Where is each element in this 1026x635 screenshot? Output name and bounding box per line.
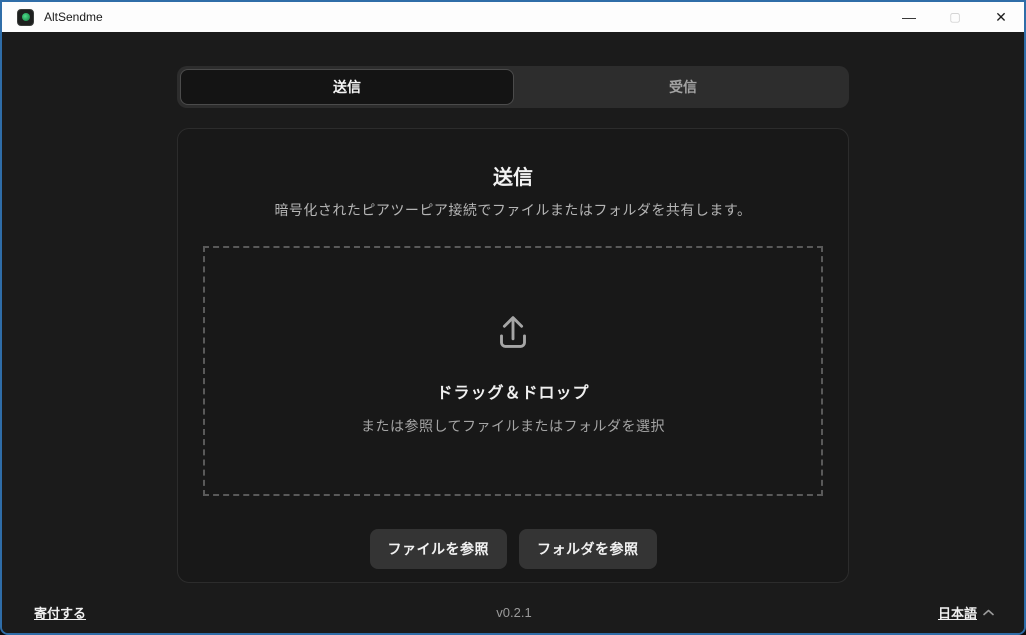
donate-link[interactable]: 寄付する <box>34 603 86 622</box>
browse-files-button[interactable]: ファイルを参照 <box>370 529 508 569</box>
dropzone-title: ドラッグ＆ドロップ <box>436 379 589 403</box>
app-title: AltSendme <box>44 10 103 24</box>
maximize-button[interactable]: ▢ <box>932 2 978 32</box>
panel-title: 送信 <box>178 161 848 190</box>
minimize-button[interactable]: — <box>886 2 932 32</box>
tab-send[interactable]: 送信 <box>180 69 514 105</box>
language-label: 日本語 <box>938 603 977 622</box>
browse-button-row: ファイルを参照 フォルダを参照 <box>178 529 848 569</box>
upload-icon <box>490 310 536 361</box>
main-content: 送信 受信 送信 暗号化されたピアツーピア接続でファイルまたはフォルダを共有しま… <box>2 32 1024 633</box>
tab-receive[interactable]: 受信 <box>517 66 849 108</box>
app-icon <box>17 9 34 26</box>
version-label: v0.2.1 <box>34 605 994 620</box>
send-panel: 送信 暗号化されたピアツーピア接続でファイルまたはフォルダを共有します。 ドラッ… <box>177 128 849 583</box>
app-icon-green-dot <box>22 13 30 21</box>
chevron-up-icon <box>983 609 994 616</box>
footer: 寄付する v0.2.1 日本語 <box>34 603 994 622</box>
language-selector[interactable]: 日本語 <box>938 603 994 622</box>
dropzone-subtitle: または参照してファイルまたはフォルダを選択 <box>361 416 665 436</box>
browse-folder-button[interactable]: フォルダを参照 <box>519 529 657 569</box>
tab-switcher: 送信 受信 <box>177 66 849 108</box>
panel-subtitle: 暗号化されたピアツーピア接続でファイルまたはフォルダを共有します。 <box>178 200 848 220</box>
app-window: AltSendme — ▢ ✕ 送信 受信 送信 暗号化されたピアツーピア接続で… <box>0 0 1026 635</box>
drag-drop-zone[interactable]: ドラッグ＆ドロップ または参照してファイルまたはフォルダを選択 <box>203 246 823 496</box>
close-button[interactable]: ✕ <box>978 2 1024 32</box>
titlebar: AltSendme — ▢ ✕ <box>2 2 1024 32</box>
